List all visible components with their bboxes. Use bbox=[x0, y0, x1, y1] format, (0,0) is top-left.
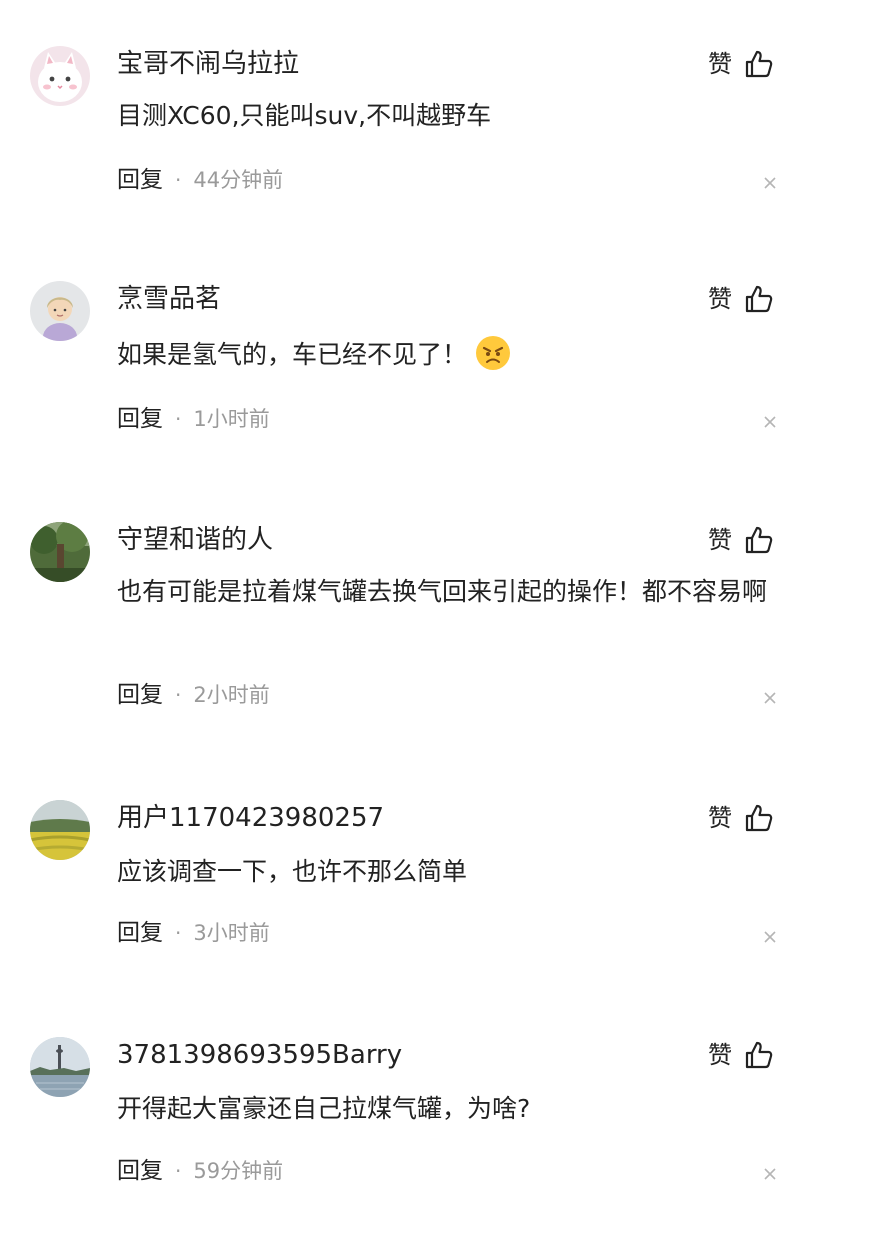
avatar[interactable] bbox=[30, 800, 90, 860]
close-icon[interactable] bbox=[760, 927, 780, 947]
comment-username[interactable]: 守望和谐的人 bbox=[117, 522, 273, 558]
like-button[interactable]: 赞 bbox=[708, 522, 774, 558]
comment-username[interactable]: 宝哥不闹乌拉拉 bbox=[117, 46, 299, 82]
comment-text: 也有可能是拉着煤气罐去换气回来引起的操作！都不容易啊 bbox=[117, 572, 767, 611]
comment-meta: 回复 · 44分钟前 bbox=[117, 163, 283, 197]
comment-username[interactable]: 3781398693595Barry bbox=[117, 1037, 402, 1073]
reply-button[interactable]: 回复 bbox=[117, 406, 163, 432]
like-button[interactable]: 赞 bbox=[708, 1037, 774, 1073]
meta-separator: · bbox=[175, 168, 182, 192]
thumbs-up-icon bbox=[744, 525, 774, 555]
comment-meta: 回复 · 59分钟前 bbox=[117, 1154, 283, 1188]
thumbs-up-icon bbox=[744, 284, 774, 314]
comment-time: 59分钟前 bbox=[193, 1159, 284, 1183]
close-icon[interactable] bbox=[760, 173, 780, 193]
comment-text-body: 目测XC60,只能叫suv,不叫越野车 bbox=[117, 101, 492, 130]
like-label: 赞 bbox=[708, 804, 732, 832]
comment-text-body: 如果是氢气的，车已经不见了！ bbox=[117, 340, 468, 369]
comment-text: 目测XC60,只能叫suv,不叫越野车 bbox=[117, 96, 767, 135]
angry-face-emoji-icon bbox=[475, 335, 511, 371]
reply-button[interactable]: 回复 bbox=[117, 682, 163, 708]
comment-meta: 回复 · 3小时前 bbox=[117, 916, 270, 950]
like-label: 赞 bbox=[708, 285, 732, 313]
comment-time: 2小时前 bbox=[193, 683, 270, 707]
like-button[interactable]: 赞 bbox=[708, 281, 774, 317]
thumbs-up-icon bbox=[744, 1040, 774, 1070]
like-button[interactable]: 赞 bbox=[708, 46, 774, 82]
comment-time: 3小时前 bbox=[193, 921, 270, 945]
comment-text-body: 开得起大富豪还自己拉煤气罐，为啥? bbox=[117, 1094, 531, 1123]
meta-separator: · bbox=[175, 1159, 182, 1183]
comment-username[interactable]: 烹雪品茗 bbox=[117, 281, 221, 317]
tree-photo-avatar-icon bbox=[30, 522, 90, 582]
meta-separator: · bbox=[175, 921, 182, 945]
reply-button[interactable]: 回复 bbox=[117, 1158, 163, 1184]
thumbs-up-icon bbox=[744, 49, 774, 79]
meta-separator: · bbox=[175, 407, 182, 431]
avatar[interactable] bbox=[30, 281, 90, 341]
reply-button[interactable]: 回复 bbox=[117, 167, 163, 193]
avatar[interactable] bbox=[30, 46, 90, 106]
meta-separator: · bbox=[175, 683, 182, 707]
comment-text-body: 应该调查一下，也许不那么简单 bbox=[117, 857, 468, 886]
comment-text: 应该调查一下，也许不那么简单 bbox=[117, 852, 767, 891]
tower-lake-avatar-icon bbox=[30, 1037, 90, 1097]
thumbs-up-icon bbox=[744, 803, 774, 833]
reply-button[interactable]: 回复 bbox=[117, 920, 163, 946]
comment-list: 宝哥不闹乌拉拉 赞 目测XC60,只能叫suv,不叫越野车 回复 · 44分钟前 bbox=[0, 0, 874, 1236]
comment-username[interactable]: 用户1170423980257 bbox=[117, 800, 384, 836]
close-icon[interactable] bbox=[760, 1164, 780, 1184]
like-label: 赞 bbox=[708, 50, 732, 78]
like-label: 赞 bbox=[708, 526, 732, 554]
comment-text: 如果是氢气的，车已经不见了！ bbox=[117, 335, 767, 374]
close-icon[interactable] bbox=[760, 412, 780, 432]
like-button[interactable]: 赞 bbox=[708, 800, 774, 836]
comment-text: 开得起大富豪还自己拉煤气罐，为啥? bbox=[117, 1089, 767, 1128]
close-icon[interactable] bbox=[760, 688, 780, 708]
avatar[interactable] bbox=[30, 522, 90, 582]
like-label: 赞 bbox=[708, 1041, 732, 1069]
comment-time: 1小时前 bbox=[193, 407, 270, 431]
comment-time: 44分钟前 bbox=[193, 168, 284, 192]
cartoon-girl-avatar-icon bbox=[30, 281, 90, 341]
rapeseed-field-avatar-icon bbox=[30, 800, 90, 860]
white-cat-avatar-icon bbox=[30, 46, 90, 106]
comment-meta: 回复 · 1小时前 bbox=[117, 402, 270, 436]
comment-meta: 回复 · 2小时前 bbox=[117, 678, 270, 712]
comment-text-body: 也有可能是拉着煤气罐去换气回来引起的操作！都不容易啊 bbox=[117, 577, 768, 606]
avatar[interactable] bbox=[30, 1037, 90, 1097]
